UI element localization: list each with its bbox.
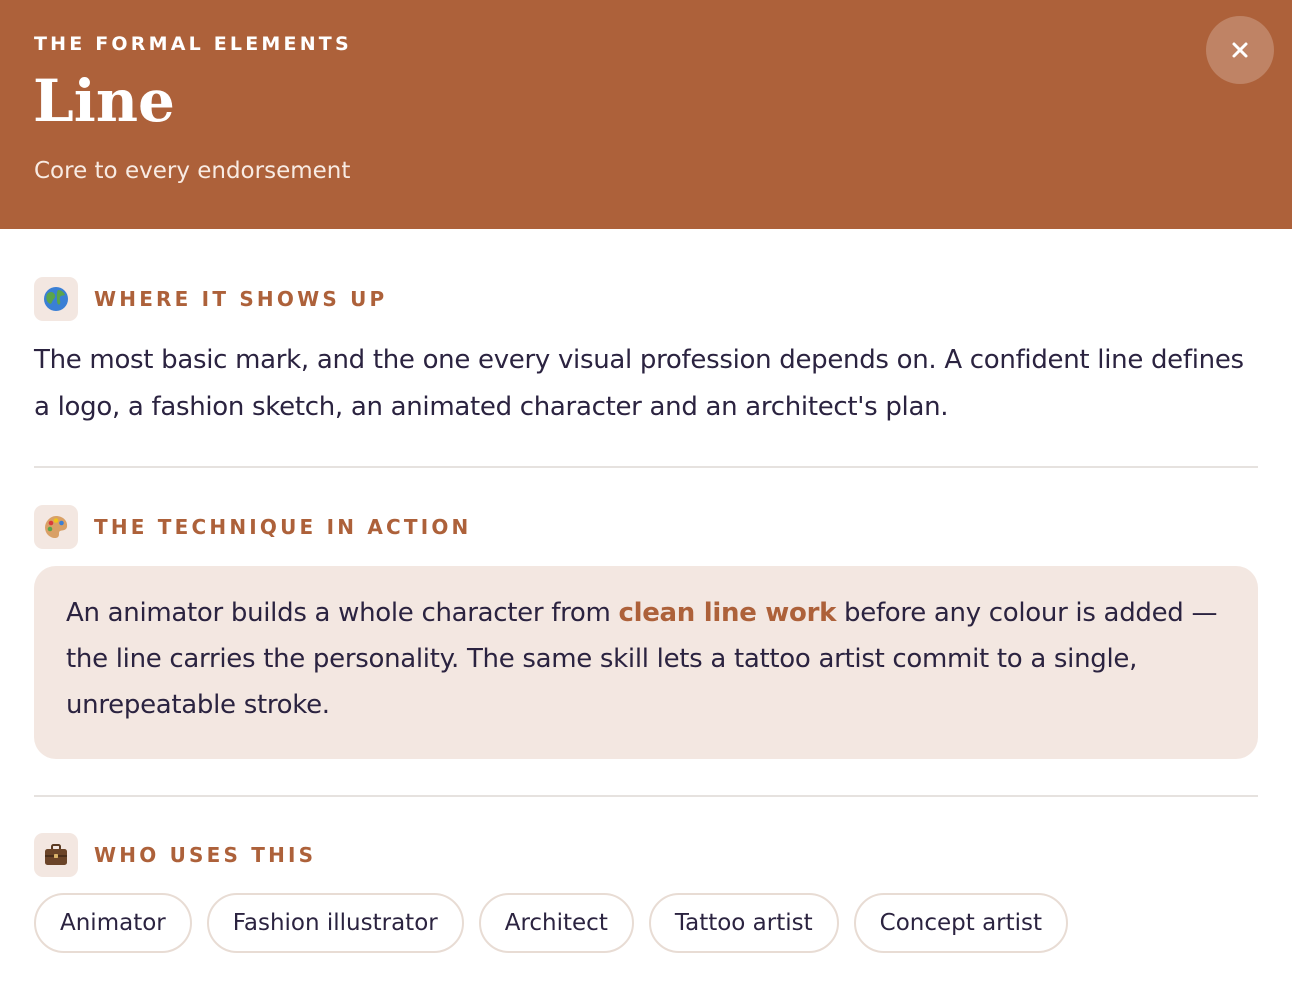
technique-text: An animator builds a whole character fro… — [66, 590, 1226, 728]
section-label: WHO USES THIS — [94, 843, 317, 867]
header-eyebrow: THE FORMAL ELEMENTS — [34, 33, 352, 55]
close-button[interactable] — [1206, 16, 1274, 84]
chip-animator[interactable]: Animator — [34, 893, 192, 953]
chip-concept-artist[interactable]: Concept artist — [853, 893, 1069, 953]
modal-header: THE FORMAL ELEMENTS Line Core to every e… — [0, 0, 1292, 229]
palette-icon — [34, 505, 78, 549]
element-detail-modal: THE FORMAL ELEMENTS Line Core to every e… — [0, 0, 1292, 990]
divider — [34, 466, 1258, 468]
where-it-shows-up-text: The most basic mark, and the one every v… — [34, 345, 1244, 422]
section-technique-in-action: THE TECHNIQUE IN ACTION — [34, 505, 472, 549]
section-who-uses-this: WHO USES THIS — [34, 833, 316, 877]
chip-fashion-illustrator[interactable]: Fashion illustrator — [206, 893, 464, 953]
page-title: Line — [33, 67, 175, 135]
header-subtitle: Core to every endorsement — [34, 158, 351, 184]
globe-icon — [34, 277, 78, 321]
briefcase-icon — [34, 833, 78, 877]
technique-callout: An animator builds a whole character fro… — [34, 566, 1258, 759]
section-where-it-shows-up: WHERE IT SHOWS UP — [34, 277, 387, 321]
chip-architect[interactable]: Architect — [478, 893, 634, 953]
chip-tattoo-artist[interactable]: Tattoo artist — [648, 893, 839, 953]
section-label: THE TECHNIQUE IN ACTION — [94, 515, 472, 539]
section-label: WHERE IT SHOWS UP — [94, 287, 388, 311]
close-icon — [1232, 42, 1248, 58]
technique-text-before: An animator builds a whole character fro… — [66, 598, 619, 628]
divider — [34, 795, 1258, 797]
profession-chips: Animator Fashion illustrator Architect T… — [34, 893, 1069, 953]
technique-highlight: clean line work — [618, 598, 837, 628]
